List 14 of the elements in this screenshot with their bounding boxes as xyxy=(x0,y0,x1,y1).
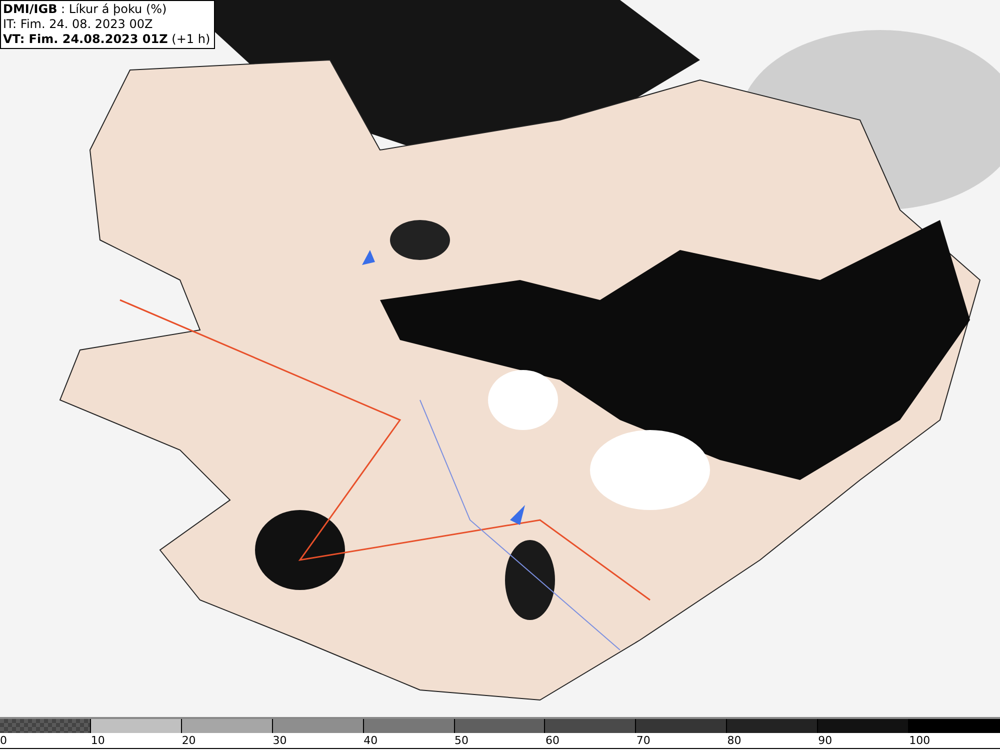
legend-label: 40 xyxy=(364,733,378,748)
legend-label: 10 xyxy=(90,733,105,748)
legend-label: 90 xyxy=(818,733,832,748)
legend-label: 30 xyxy=(272,733,287,748)
title-line: IT: Fim. 24. 08. 2023 00Z xyxy=(3,17,154,32)
legend-label: 70 xyxy=(636,733,650,748)
title-line: DMI/IGB : Líkur á þoku (%) xyxy=(3,2,168,17)
legend-label: 50 xyxy=(454,733,469,748)
legend-label: 60 xyxy=(545,733,560,748)
legend-label: 0 xyxy=(0,733,7,748)
title-line: VT: Fim. 24.08.2023 01Z (+1 h) xyxy=(3,32,210,47)
legend-label: 20 xyxy=(182,733,196,748)
legend-label: 80 xyxy=(727,733,742,748)
legend-label: 100 xyxy=(909,733,930,748)
